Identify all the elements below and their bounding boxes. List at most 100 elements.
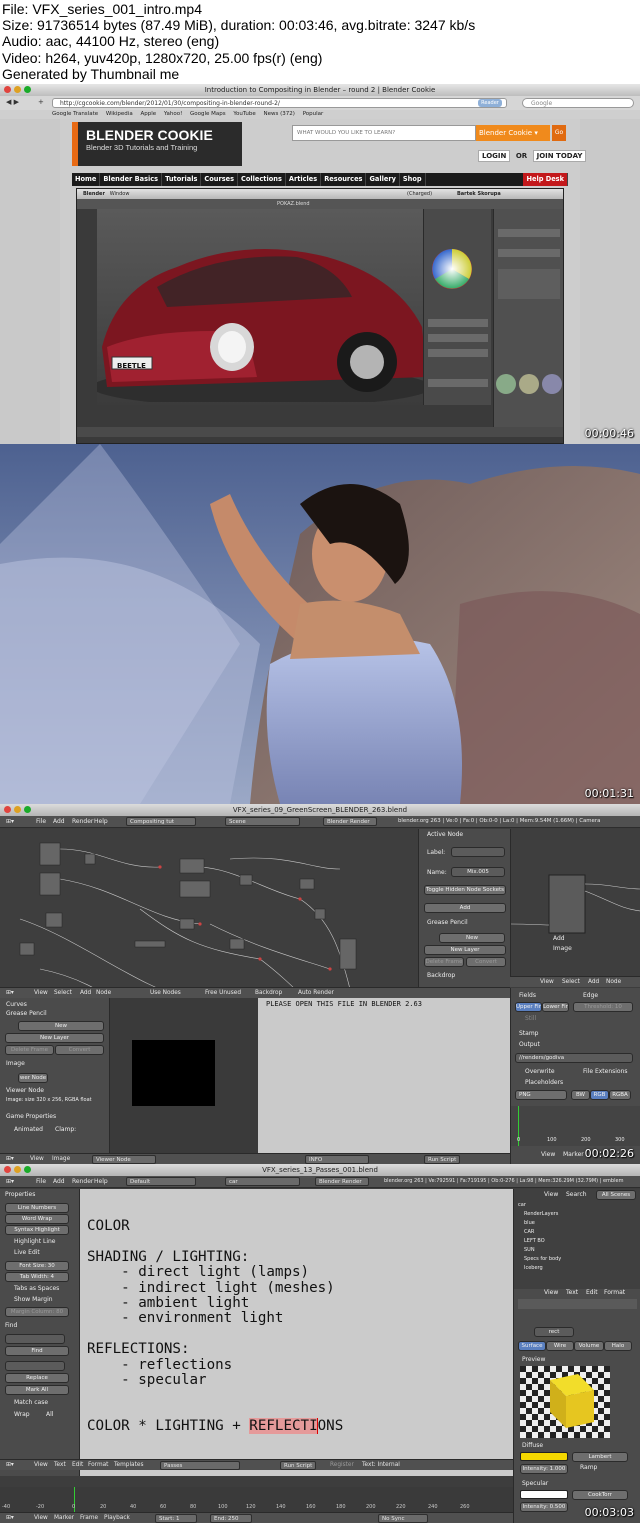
menu-templates[interactable]: Templates [114,1460,143,1471]
nav-tutorials[interactable]: Tutorials [162,173,202,186]
end-frame-field[interactable]: End: 250 [210,1514,252,1523]
nav-home[interactable]: Home [72,173,101,186]
tab-wire[interactable]: Wire [546,1341,574,1351]
bookmark-item[interactable]: Yahoo! [164,111,182,117]
outliner-item[interactable]: blue [524,1220,535,1226]
sync-mode-selector[interactable]: No Sync [378,1514,428,1523]
editor-type-icon[interactable]: ⊞▾ [6,1154,14,1164]
join-button[interactable]: JOIN TODAY [532,150,587,162]
specular-intensity-field[interactable]: Intensity: 0.500 [520,1502,568,1512]
help-desk-button[interactable]: Help Desk [523,173,568,186]
menu-select[interactable]: Select [562,977,580,988]
window-controls[interactable] [4,1166,31,1173]
tabs-as-spaces-checkbox[interactable]: Tabs as Spaces [14,1285,59,1292]
diffuse-intensity-field[interactable]: Intensity: 1.000 [520,1464,568,1474]
timeline[interactable]: 0 100 200 300 [511,1106,640,1146]
run-script-button[interactable]: Run Script [280,1461,317,1470]
toggle-hidden-sockets-button[interactable]: Toggle Hidden Node Sockets [424,885,506,895]
render-engine-selector[interactable]: Blender Render [315,1177,369,1186]
ramp-checkbox[interactable]: Ramp [580,1464,597,1471]
edge-checkbox[interactable]: Edge [583,992,598,999]
material-datablock[interactable]: rect [534,1327,574,1337]
timeline[interactable]: -40 -20 0 20 40 60 80 100 120 140 160 18… [0,1487,513,1512]
layout-selector[interactable]: Default [126,1177,196,1186]
site-search-go-button[interactable]: Go [552,125,566,141]
menu-search[interactable]: Search [566,1191,587,1198]
tab-surface[interactable]: Surface [518,1341,546,1351]
bookmark-item[interactable]: Google Translate [52,111,98,117]
text-datablock[interactable]: INFO [305,1155,369,1164]
start-frame-field[interactable]: Start: 1 [155,1514,197,1523]
outliner-item[interactable]: car [518,1202,526,1208]
bookmark-item[interactable]: Apple [140,111,156,117]
menu-help[interactable]: Help [94,1176,108,1187]
text-content[interactable]: COLOR SHADING / LIGHTING: - direct light… [87,1218,344,1435]
login-button[interactable]: LOGIN [478,150,511,162]
image-datablock[interactable]: wer Node [18,1073,48,1083]
nav-courses[interactable]: Courses [201,173,239,186]
menu-add[interactable]: Add [588,977,599,988]
site-search-input[interactable]: WHAT WOULD YOU LIKE TO LEARN? [292,125,476,141]
animated-checkbox[interactable]: Animated [14,1126,43,1133]
site-logo[interactable]: BLENDER COOKIE Blender 3D Tutorials and … [72,122,242,166]
editor-type-icon[interactable]: ⊞▾ [6,816,14,827]
file-format-selector[interactable]: PNG [515,1090,567,1100]
live-edit-checkbox[interactable]: Live Edit [14,1249,40,1256]
diffuse-color-swatch[interactable] [520,1452,568,1461]
menu-view[interactable]: View [540,977,554,988]
run-script-button[interactable]: Run Script [424,1155,461,1164]
menu-playback[interactable]: Playback [104,1513,130,1523]
syntax-highlight-toggle[interactable]: Syntax Highlight [5,1225,69,1235]
menu-image[interactable]: Image [52,1154,70,1164]
menu-add[interactable]: Add [53,816,65,827]
outliner-item[interactable]: RenderLayers [524,1211,558,1217]
file-extensions-checkbox[interactable]: File Extensions [583,1068,628,1075]
viewer-node-selector[interactable]: Viewer Node [92,1155,156,1164]
display-mode-selector[interactable]: All Scenes [596,1190,636,1200]
convert-button[interactable]: Convert [55,1045,104,1055]
scene-selector[interactable]: Scene [225,817,300,826]
tab-volume[interactable]: Volume [574,1341,604,1351]
new-layer-button[interactable]: New Layer [5,1033,104,1043]
3d-viewport[interactable]: BEETLE [97,209,423,405]
back-forward-icon[interactable]: ◀ ▶ [6,98,19,106]
wrap-checkbox[interactable]: Wrap [14,1411,30,1418]
editor-type-icon[interactable]: ⊞▾ [6,1460,14,1471]
font-size-field[interactable]: Font Size: 30 [5,1261,69,1271]
menu-view[interactable]: View [34,1460,48,1471]
scene-selector[interactable]: car [225,1177,300,1186]
menu-text[interactable]: Text [566,1289,578,1296]
specular-color-swatch[interactable] [520,1490,568,1499]
menu-add[interactable]: Add [53,1176,65,1187]
word-wrap-toggle[interactable]: Word Wrap [5,1214,69,1224]
secondary-node-view[interactable]: Add Image [510,829,640,979]
rgb-button[interactable]: RGB [590,1090,609,1100]
outliner-item[interactable]: Iceberg [524,1265,543,1271]
menu-frame[interactable]: Frame [80,1513,98,1523]
menu-edit[interactable]: Edit [586,1289,598,1296]
menu-view[interactable]: View [30,1154,44,1164]
menu-node[interactable]: Node [606,977,621,988]
new-grease-pencil-button[interactable]: New [18,1021,104,1031]
window-controls[interactable] [4,806,31,813]
nav-blender-basics[interactable]: Blender Basics [100,173,163,186]
nav-resources[interactable]: Resources [321,173,367,186]
outliner[interactable]: View Search All Scenes car RenderLayers … [513,1189,640,1289]
threshold-field[interactable]: Threshold: 10 [573,1002,633,1012]
menu-format[interactable]: Format [88,1460,108,1471]
placeholders-checkbox[interactable]: Placeholders [525,1079,563,1086]
address-bar[interactable]: http://cgcookie.com/blender/2012/01/30/c… [52,98,507,108]
nav-collections[interactable]: Collections [238,173,286,186]
delete-frame-button[interactable]: Delete Frame [424,957,464,967]
add-bookmark-icon[interactable]: + [38,98,44,106]
find-button[interactable]: Find [5,1346,69,1356]
nav-gallery[interactable]: Gallery [366,173,400,186]
site-search-dropdown[interactable]: Blender Cookie ▾ [476,125,550,141]
google-search-input[interactable]: Google [522,98,634,108]
menu-text[interactable]: Text [54,1460,66,1471]
reader-button[interactable]: Reader [478,99,502,107]
menu-render[interactable]: Render [72,1176,93,1187]
menu-marker[interactable]: Marker [54,1513,74,1523]
property-tabs[interactable] [518,1299,637,1309]
menu-view[interactable]: View [34,1513,48,1523]
